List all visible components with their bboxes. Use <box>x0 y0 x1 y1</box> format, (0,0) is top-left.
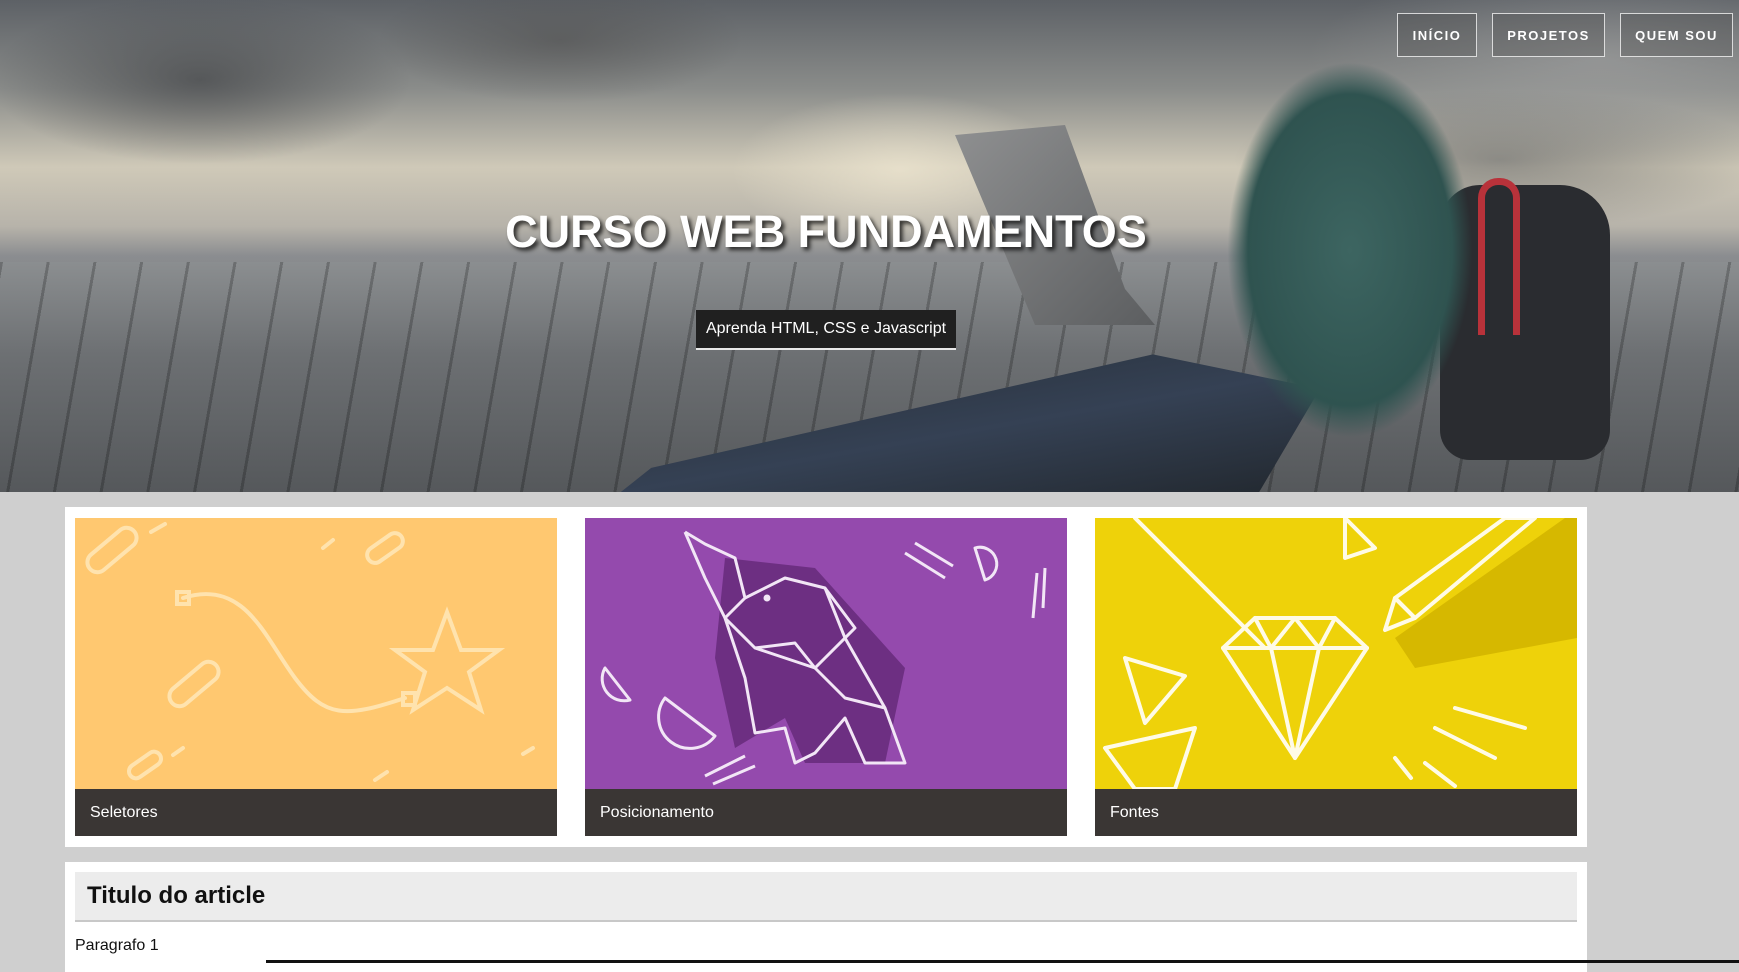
card-caption: Seletores <box>75 789 557 836</box>
card-caption: Posicionamento <box>585 789 1067 836</box>
nav-projetos-button[interactable]: PROJETOS <box>1492 13 1605 57</box>
card-fontes[interactable]: Fontes <box>1095 518 1577 836</box>
article-title: Titulo do article <box>87 882 266 909</box>
nav-inicio-button[interactable]: INÍCIO <box>1397 13 1477 57</box>
hero-banner: INÍCIO PROJETOS QUEM SOU CURSO WEB FUNDA… <box>0 0 1739 492</box>
nav-quem-sou-button[interactable]: QUEM SOU <box>1620 13 1733 57</box>
main-nav: INÍCIO PROJETOS QUEM SOU <box>1397 13 1733 57</box>
card-seletores[interactable]: Seletores <box>75 518 557 836</box>
star-wand-illustration-icon <box>75 518 557 789</box>
card-posicionamento[interactable]: Posicionamento <box>585 518 1067 836</box>
article: Titulo do article Paragrafo 1 <box>65 862 1587 972</box>
cards-section: Seletores Posicionamento Fontes <box>65 507 1587 847</box>
hero-title: CURSO WEB FUNDAMENTOS <box>505 206 1147 257</box>
origami-elephant-illustration-icon <box>585 518 1067 789</box>
article-paragraph: Paragrafo 1 <box>75 937 159 954</box>
diamond-pencil-illustration-icon <box>1095 518 1577 789</box>
article-header: Titulo do article <box>75 872 1577 922</box>
hero-subtitle: Aprenda HTML, CSS e Javascript <box>696 310 956 350</box>
card-caption: Fontes <box>1095 789 1577 836</box>
